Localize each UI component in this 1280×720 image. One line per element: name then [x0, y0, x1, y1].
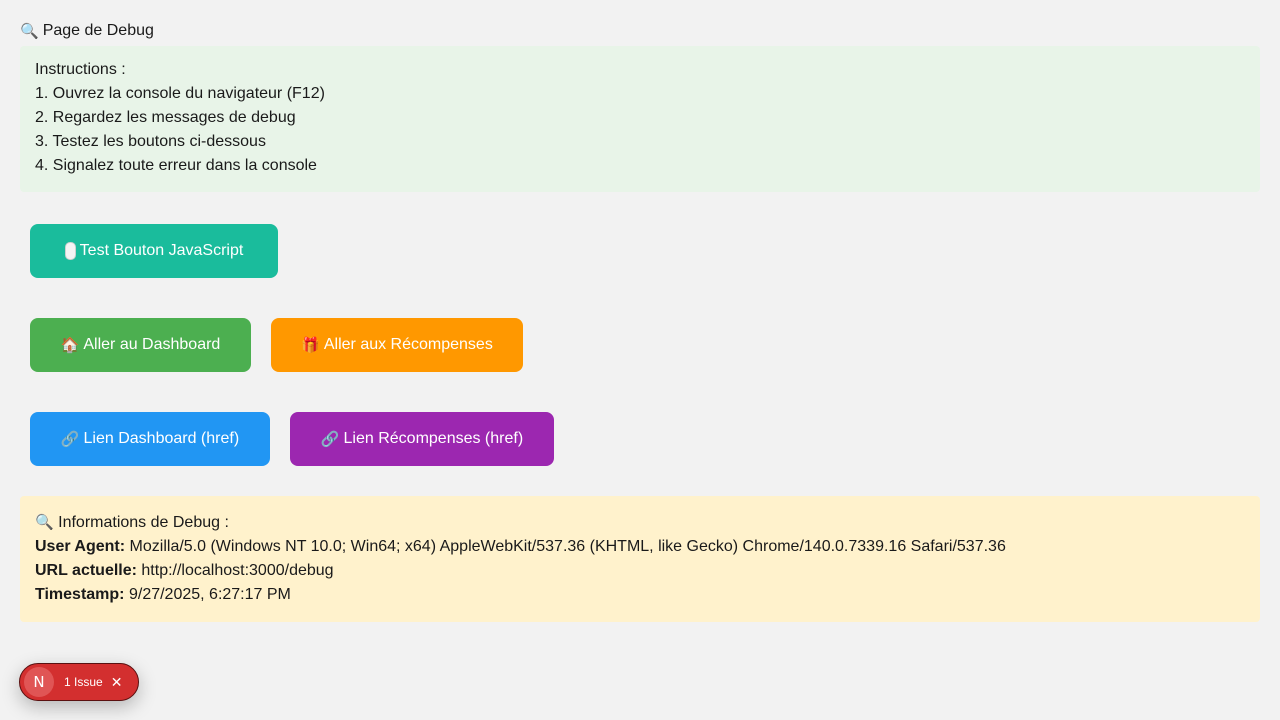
go-dashboard-label: Aller au Dashboard [83, 336, 221, 353]
page-title-text: Page de Debug [42, 22, 154, 39]
go-rewards-button[interactable]: 🎁 Aller aux Récompenses [271, 318, 523, 372]
test-javascript-button[interactable]: Test Bouton JavaScript [30, 224, 278, 278]
user-agent-row: User Agent: Mozilla/5.0 (Windows NT 10.0… [35, 535, 1245, 559]
debug-info-heading: 🔍 Informations de Debug : [35, 510, 1245, 535]
nextjs-logo-icon[interactable]: N [24, 667, 54, 697]
link-rewards-button[interactable]: 🔗 Lien Récompenses (href) [290, 412, 554, 466]
gift-icon: 🎁 [301, 336, 320, 354]
instruction-item: 3. Testez les boutons ci-dessous [35, 133, 266, 150]
debug-info-box: 🔍 Informations de Debug : User Agent: Mo… [20, 496, 1260, 622]
instruction-item: 1. Ouvrez la console du navigateur (F12) [35, 85, 325, 102]
url-row: URL actuelle: http://localhost:3000/debu… [35, 559, 1245, 583]
page-title: 🔍 Page de Debug [20, 21, 154, 41]
house-icon: 🏠 [60, 336, 80, 354]
instructions-box: Instructions : 1. Ouvrez la console du n… [20, 46, 1260, 192]
instruction-item: 4. Signalez toute erreur dans la console [35, 157, 317, 174]
timestamp-value: 9/27/2025, 6:27:17 PM [128, 586, 291, 603]
magnifier-icon: 🔍 [20, 22, 39, 40]
link-icon: 🔗 [60, 430, 80, 448]
mouse-icon [64, 242, 76, 260]
test-javascript-label: Test Bouton JavaScript [79, 242, 244, 259]
link-icon: 🔗 [320, 430, 340, 448]
debug-info-heading-text: Informations de Debug : [58, 514, 229, 531]
user-agent-value: Mozilla/5.0 (Windows NT 10.0; Win64; x64… [129, 538, 1006, 555]
link-rewards-label: Lien Récompenses (href) [343, 430, 524, 447]
close-icon[interactable]: ✕ [111, 675, 123, 689]
go-rewards-label: Aller aux Récompenses [323, 336, 493, 353]
timestamp-row: Timestamp: 9/27/2025, 6:27:17 PM [35, 583, 1245, 607]
instruction-item: 2. Regardez les messages de debug [35, 109, 296, 126]
url-value: http://localhost:3000/debug [141, 562, 334, 579]
link-dashboard-button[interactable]: 🔗 Lien Dashboard (href) [30, 412, 270, 466]
url-label: URL actuelle: [35, 562, 137, 579]
issue-count[interactable]: 1 Issue [64, 675, 103, 689]
timestamp-label: Timestamp: [35, 586, 125, 603]
magnifier-icon: 🔍 [35, 513, 54, 531]
go-dashboard-button[interactable]: 🏠 Aller au Dashboard [30, 318, 251, 372]
instructions-heading: Instructions : [35, 61, 126, 78]
user-agent-label: User Agent: [35, 538, 126, 555]
issues-badge[interactable]: N 1 Issue ✕ [19, 663, 139, 701]
link-dashboard-label: Lien Dashboard (href) [83, 430, 240, 447]
